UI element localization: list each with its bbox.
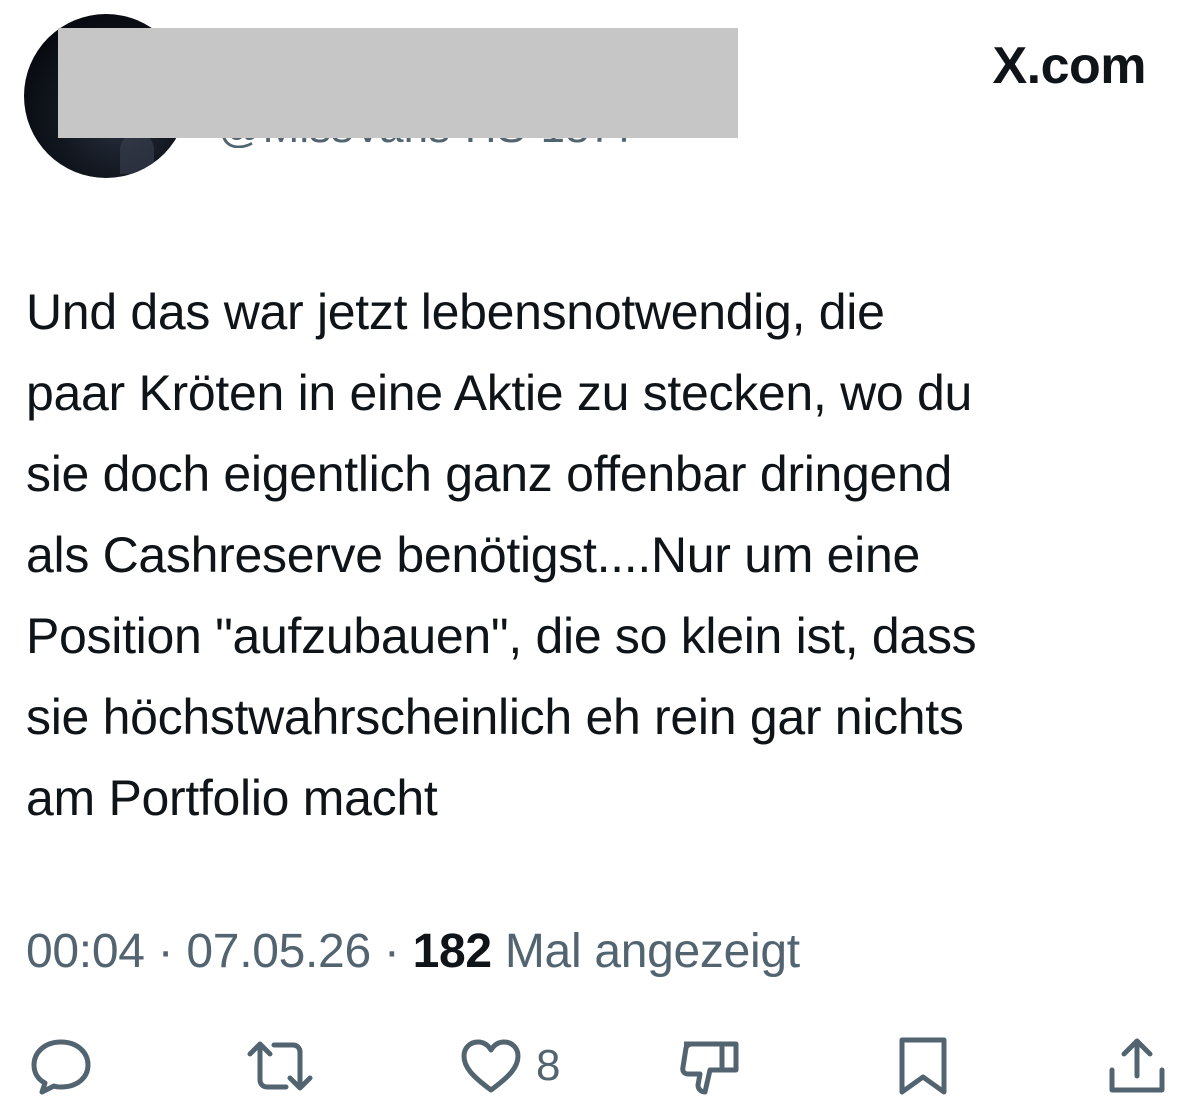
meta-separator: · (157, 925, 174, 978)
action-bar: 8 (0, 1026, 1200, 1106)
meta-separator: · (383, 925, 400, 978)
views-label: Mal angezeigt (504, 925, 800, 978)
share-button[interactable] (1102, 1026, 1172, 1106)
bookmark-button[interactable] (888, 1026, 958, 1106)
bookmark-icon (899, 1037, 947, 1095)
reply-button[interactable] (26, 1026, 96, 1106)
retweet-button[interactable] (240, 1026, 320, 1106)
tweet-screenshot: @MissVans-HS-1877 X.com Und das war jetz… (0, 0, 1200, 1112)
tweet-text: Und das war jetzt lebensnotwendig, die p… (26, 284, 977, 826)
like-button[interactable]: 8 (456, 1026, 560, 1106)
share-upload-icon (1109, 1038, 1165, 1093)
views-count: 182 (412, 925, 492, 978)
tweet-date[interactable]: 07.05.26 (186, 925, 371, 978)
reply-bubble-icon (31, 1039, 91, 1095)
dislike-button[interactable] (674, 1026, 744, 1106)
brand-logo: X.com (992, 37, 1146, 95)
tweet-time[interactable]: 00:04 (26, 925, 145, 978)
thumbs-down-icon (680, 1041, 739, 1095)
heart-icon (461, 1039, 521, 1093)
tweet-meta: 00:04 · 07.05.26 · 182 Mal angezeigt (26, 924, 800, 980)
like-count: 8 (536, 1041, 561, 1090)
redaction-block (58, 28, 738, 138)
retweet-icon (247, 1041, 313, 1091)
